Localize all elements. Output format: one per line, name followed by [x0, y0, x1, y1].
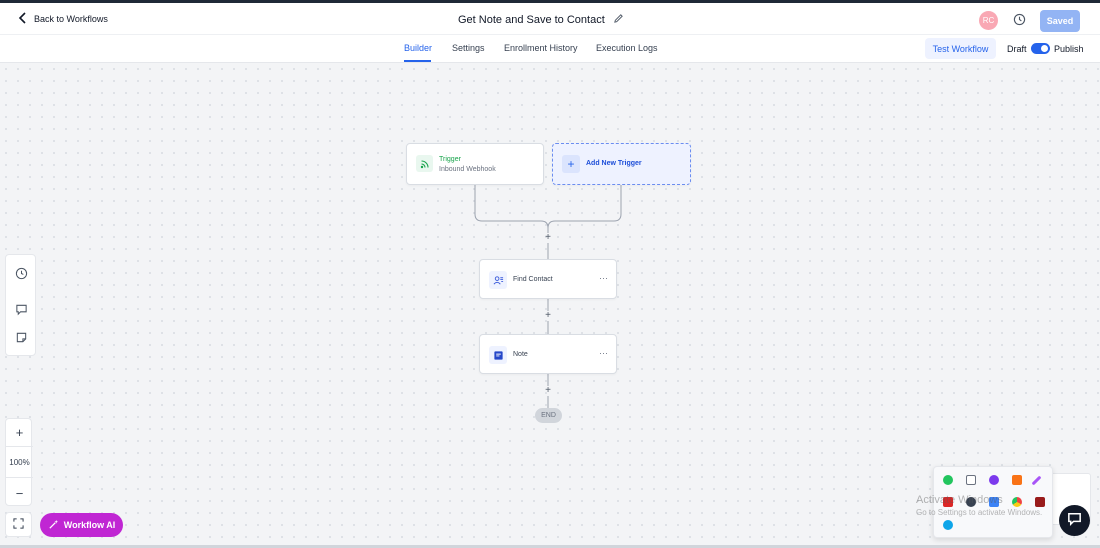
- trigger-name: Inbound Webhook: [439, 166, 496, 173]
- trigger-type-label: Trigger: [439, 156, 461, 163]
- chat-icon: [1066, 510, 1083, 532]
- add-trigger-label: Add New Trigger: [586, 160, 642, 167]
- history-clock-icon[interactable]: [1013, 13, 1026, 26]
- add-step-plus-2[interactable]: +: [543, 311, 553, 321]
- tab-settings[interactable]: Settings: [452, 43, 485, 53]
- bluetooth-app-icon[interactable]: [943, 520, 953, 530]
- add-new-trigger-button[interactable]: + Add New Trigger: [552, 143, 691, 185]
- find-contact-node[interactable]: Find Contact ···: [479, 259, 617, 299]
- find-contact-label: Find Contact: [513, 276, 553, 283]
- chevron-left-icon: [18, 12, 28, 26]
- saved-button[interactable]: Saved: [1040, 10, 1080, 32]
- tab-builder[interactable]: Builder: [404, 43, 432, 53]
- vpn-app-icon[interactable]: [989, 475, 999, 485]
- sticky-note-icon[interactable]: [15, 331, 28, 344]
- zoom-controls: + 100% −: [5, 418, 33, 507]
- workflow-ai-label: Workflow AI: [63, 520, 116, 530]
- user-search-icon: [489, 271, 507, 289]
- chrome-icon[interactable]: [1012, 497, 1022, 507]
- more-options-icon[interactable]: ···: [599, 348, 608, 358]
- plus-icon: +: [562, 155, 580, 173]
- active-tab-indicator: [404, 60, 431, 62]
- comment-icon[interactable]: [15, 303, 28, 316]
- expand-icon: [13, 516, 24, 534]
- add-step-plus-3[interactable]: +: [543, 386, 553, 396]
- edit-pencil-icon[interactable]: [613, 11, 624, 29]
- tab-execution-logs[interactable]: Execution Logs: [596, 43, 658, 53]
- add-step-plus-1[interactable]: +: [543, 233, 553, 243]
- back-to-workflows-link[interactable]: Back to Workflows: [18, 12, 108, 26]
- note-icon: [489, 346, 507, 364]
- note-node[interactable]: Note ···: [479, 334, 617, 374]
- chat-support-button[interactable]: [1059, 505, 1090, 536]
- header-bar: Back to Workflows Get Note and Save to C…: [0, 3, 1100, 35]
- webhook-icon: [416, 155, 433, 172]
- tab-enrollment-history[interactable]: Enrollment History: [504, 43, 578, 53]
- camera-app-icon[interactable]: [966, 475, 976, 485]
- flame-app-icon[interactable]: [1012, 475, 1022, 485]
- toggle-knob: [1041, 45, 1048, 52]
- draft-label: Draft: [1007, 44, 1027, 54]
- workflow-title: Get Note and Save to Contact: [458, 14, 605, 26]
- more-options-icon[interactable]: ···: [599, 273, 608, 283]
- feather-app-icon[interactable]: [1031, 475, 1042, 486]
- magic-wand-icon: [48, 519, 59, 532]
- activate-windows-watermark: Activate Windows: [916, 494, 1003, 506]
- publish-toggle[interactable]: [1031, 43, 1050, 54]
- zoom-in-button[interactable]: +: [6, 419, 33, 447]
- workflow-ai-button[interactable]: Workflow AI: [40, 513, 123, 537]
- note-label: Note: [513, 351, 528, 358]
- app-red-square-icon[interactable]: [1035, 497, 1045, 507]
- zoom-level: 100%: [6, 448, 33, 478]
- shield-app-icon[interactable]: [943, 475, 953, 485]
- zoom-out-button[interactable]: −: [6, 479, 33, 507]
- back-label: Back to Workflows: [34, 14, 108, 24]
- fullscreen-button[interactable]: [5, 512, 32, 537]
- trigger-node[interactable]: Trigger Inbound Webhook: [406, 143, 544, 185]
- left-tool-panel: [5, 254, 36, 356]
- avatar[interactable]: RC: [979, 11, 998, 30]
- activate-windows-subtext: Go to Settings to activate Windows.: [916, 508, 1043, 517]
- history-icon[interactable]: [15, 267, 28, 280]
- test-workflow-button[interactable]: Test Workflow: [925, 38, 996, 59]
- publish-label: Publish: [1054, 44, 1084, 54]
- workflow-title-group: Get Note and Save to Contact: [458, 11, 624, 29]
- end-marker: END: [535, 408, 562, 423]
